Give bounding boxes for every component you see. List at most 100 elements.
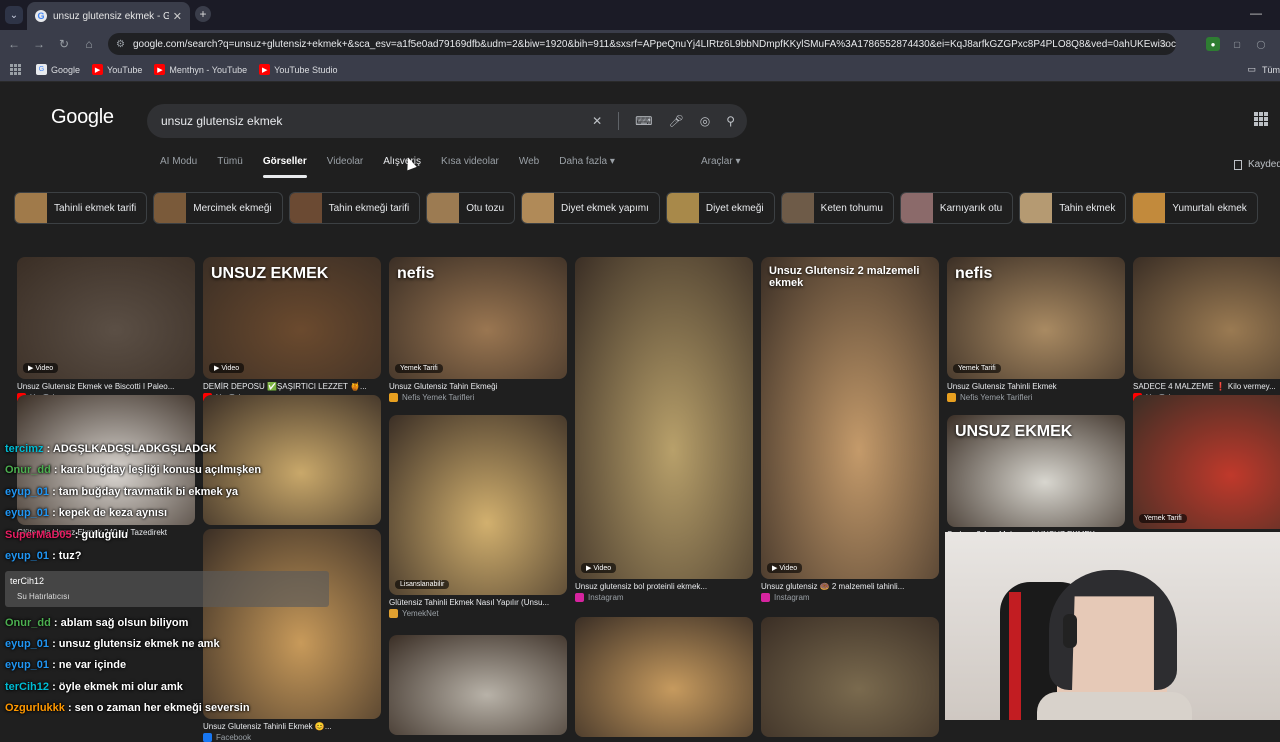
close-tab-icon[interactable]: ✕ bbox=[173, 10, 182, 23]
profile-icon[interactable]: ◯ bbox=[1254, 37, 1268, 51]
related-chip[interactable]: Tahin ekmeği tarifi bbox=[288, 192, 421, 224]
result-title[interactable]: Unsuz glutensiz 🍩 2 malzemeli tahinli... bbox=[761, 582, 939, 591]
image-result[interactable] bbox=[389, 635, 567, 735]
result-source[interactable]: Instagram bbox=[761, 593, 939, 602]
related-chip[interactable]: Mercimek ekmeği bbox=[153, 192, 283, 224]
result-source[interactable]: Nefis Yemek Tarifleri bbox=[947, 393, 1125, 402]
search-icon[interactable]: ⚲ bbox=[726, 114, 735, 128]
result-title[interactable]: Unsuz glutensiz bol proteinli ekmek... bbox=[575, 582, 753, 591]
result-thumbnail[interactable]: nefis Yemek Tarifi bbox=[389, 257, 567, 379]
result-source[interactable]: Nefis Yemek Tarifleri bbox=[389, 393, 567, 402]
tools-button[interactable]: Araçlar ▾ bbox=[701, 156, 740, 167]
extensions-puzzle-icon[interactable]: ▢ bbox=[1230, 37, 1244, 51]
reload-icon[interactable]: ↻ bbox=[53, 33, 75, 55]
image-result[interactable] bbox=[203, 395, 381, 525]
image-result[interactable]: UNSUZ EKMEK ▶ Video DEMİR DEPOSU ✅ŞAŞIRTIC… bbox=[203, 257, 381, 402]
result-thumbnail[interactable]: Lisanslanabilir bbox=[389, 415, 567, 595]
result-thumbnail[interactable] bbox=[389, 635, 567, 735]
tab-ai-mode[interactable]: AI Modu bbox=[160, 156, 197, 178]
image-result[interactable]: UNSUZ EKMEKSadece 2 Ana Malzemeli UNSUZ … bbox=[947, 415, 1125, 539]
search-input[interactable]: unsuz glutensiz ekmek bbox=[161, 114, 282, 128]
bookmark-star-icon[interactable]: ☆ bbox=[1159, 39, 1168, 50]
result-title[interactable]: Unsuz Glutensiz Tahin Ekmeği bbox=[389, 382, 567, 391]
image-result[interactable]: Lisanslanabilir Glütensiz Tahinli Ekmek N… bbox=[389, 415, 567, 618]
related-chip[interactable]: Keten tohumu bbox=[780, 192, 894, 224]
image-result[interactable] bbox=[761, 617, 939, 737]
result-thumbnail[interactable] bbox=[203, 395, 381, 525]
apps-grid-icon[interactable] bbox=[10, 63, 22, 76]
result-thumbnail[interactable]: UNSUZ EKMEK ▶ Video bbox=[203, 257, 381, 379]
image-result[interactable]: ▶ Video Unsuz Glutensiz Ekmek ve Biscotti… bbox=[17, 257, 195, 402]
result-title[interactable]: Unsuz Glutensiz Tahinli Ekmek 😊... bbox=[203, 722, 381, 731]
result-thumbnail[interactable]: ▶ Video bbox=[17, 257, 195, 379]
clear-icon[interactable]: ✕ bbox=[592, 114, 602, 128]
bookmark-youtube-studio[interactable]: ▶ YouTube Studio bbox=[259, 64, 338, 75]
bookmark-google[interactable]: G Google bbox=[36, 64, 80, 75]
image-result[interactable]: Yemek Tarifi bbox=[1133, 395, 1280, 529]
tab-search-button[interactable]: ⌄ bbox=[5, 6, 23, 24]
related-chip[interactable]: Tahin ekmek bbox=[1019, 192, 1127, 224]
result-title[interactable]: SADECE 4 MALZEME ❗ Kilo vermey... bbox=[1133, 382, 1280, 391]
back-icon[interactable]: ← bbox=[3, 33, 25, 55]
extension-icon[interactable]: ● bbox=[1206, 37, 1220, 51]
browser-tab[interactable]: G unsuz glutensiz ekmek - Google ✕ bbox=[27, 2, 190, 30]
result-thumbnail[interactable]: nefis Yemek Tarifi bbox=[947, 257, 1125, 379]
related-chip[interactable]: Otu tozu bbox=[426, 192, 516, 224]
result-thumbnail[interactable]: Unsuz Glutensiz 2 malzemeli ekmek ▶ Video bbox=[761, 257, 939, 579]
result-thumbnail[interactable] bbox=[17, 395, 195, 525]
keyboard-icon[interactable]: ⌨ bbox=[635, 114, 652, 128]
saved-button[interactable]: Kaydedi bbox=[1234, 159, 1280, 170]
result-title[interactable]: DEMİR DEPOSU ✅ŞAŞIRTICI LEZZET 🍯... bbox=[203, 382, 381, 391]
site-info-icon[interactable]: ⚙ bbox=[116, 39, 125, 50]
google-logo[interactable]: Google bbox=[51, 106, 114, 129]
result-source[interactable]: Instagram bbox=[575, 593, 753, 602]
all-bookmarks[interactable]: ▭ Tüm bbox=[1247, 64, 1280, 75]
result-title[interactable]: Unsuz Glutensiz Tahinli Ekmek bbox=[947, 382, 1125, 391]
minimize-icon[interactable]: — bbox=[1250, 6, 1262, 20]
related-chip[interactable]: Diyet ekmek yapımı bbox=[521, 192, 660, 224]
address-bar[interactable]: ⚙ google.com/search?q=unsuz+glutensiz+ek… bbox=[108, 33, 1176, 55]
home-icon[interactable]: ⌂ bbox=[78, 33, 100, 55]
microphone-icon[interactable]: 🎤︎ bbox=[668, 114, 683, 128]
chat-text: : öyle ekmek mi olur amk bbox=[49, 681, 183, 693]
result-thumbnail[interactable] bbox=[1133, 257, 1280, 379]
new-tab-button[interactable]: + bbox=[195, 6, 211, 22]
result-thumbnail[interactable]: ▶ Video bbox=[575, 257, 753, 579]
result-thumbnail[interactable] bbox=[203, 529, 381, 719]
result-title[interactable]: Unsuz Glutensiz Ekmek ve Biscotti I Pale… bbox=[17, 382, 195, 391]
related-chip[interactable]: Karnıyarık otu bbox=[899, 192, 1014, 224]
image-result[interactable]: ▶ Video Unsuz glutensiz bol proteinli ekm… bbox=[575, 257, 753, 602]
related-chip[interactable]: Diyet ekmeği bbox=[665, 192, 775, 224]
lens-icon[interactable]: ◎ bbox=[700, 114, 710, 128]
chat-username: Onur_dd bbox=[5, 464, 51, 476]
search-box[interactable]: unsuz glutensiz ekmek ✕ ⌨ 🎤︎ ◎ ⚲ bbox=[147, 104, 747, 138]
image-result[interactable]: nefis Yemek Tarifi Unsuz Glutensiz Tahin E… bbox=[389, 257, 567, 402]
bookmark-menthyn-youtube[interactable]: ▶ Menthyn - YouTube bbox=[154, 64, 247, 75]
related-chip[interactable]: Yumurtalı ekmek bbox=[1132, 192, 1258, 224]
related-chip[interactable]: Tahinli ekmek tarifi bbox=[14, 192, 148, 224]
result-thumbnail[interactable]: UNSUZ EKMEK bbox=[947, 415, 1125, 527]
result-badge: ▶ Video bbox=[23, 363, 59, 373]
tab-images[interactable]: Görseller bbox=[262, 156, 307, 178]
image-result[interactable]: nefis Yemek Tarifi Unsuz Glutensiz Tahinli… bbox=[947, 257, 1125, 402]
image-result[interactable]: Unsuz Glutensiz 2 malzemeli ekmek ▶ Video… bbox=[761, 257, 939, 602]
result-badge: Yemek Tarifi bbox=[953, 364, 1001, 373]
google-apps-icon[interactable] bbox=[1254, 112, 1268, 126]
result-thumbnail[interactable] bbox=[761, 617, 939, 737]
forward-icon[interactable]: → bbox=[28, 33, 50, 55]
chat-text: : kepek de keza aynısı bbox=[49, 507, 168, 519]
result-thumbnail[interactable] bbox=[575, 617, 753, 737]
result-source[interactable]: Facebook bbox=[203, 733, 381, 742]
image-result[interactable]: SADECE 4 MALZEME ❗ Kilo vermey...YouTube bbox=[1133, 257, 1280, 402]
tab-short-videos[interactable]: Kısa videolar bbox=[441, 156, 499, 178]
bookmark-youtube[interactable]: ▶ YouTube bbox=[92, 64, 142, 75]
tab-more[interactable]: Daha fazla ▾ bbox=[559, 156, 615, 178]
tab-all[interactable]: Tümü bbox=[217, 156, 243, 178]
image-result[interactable] bbox=[575, 617, 753, 737]
result-title[interactable]: Glütensiz Tahinli Ekmek Nasıl Yapılır (U… bbox=[389, 598, 567, 607]
chat-username: eyup_01 bbox=[5, 659, 50, 671]
result-thumbnail[interactable]: Yemek Tarifi bbox=[1133, 395, 1280, 529]
tab-videos[interactable]: Videolar bbox=[327, 156, 364, 178]
result-source[interactable]: YemekNet bbox=[389, 609, 567, 618]
tab-web[interactable]: Web bbox=[519, 156, 539, 178]
